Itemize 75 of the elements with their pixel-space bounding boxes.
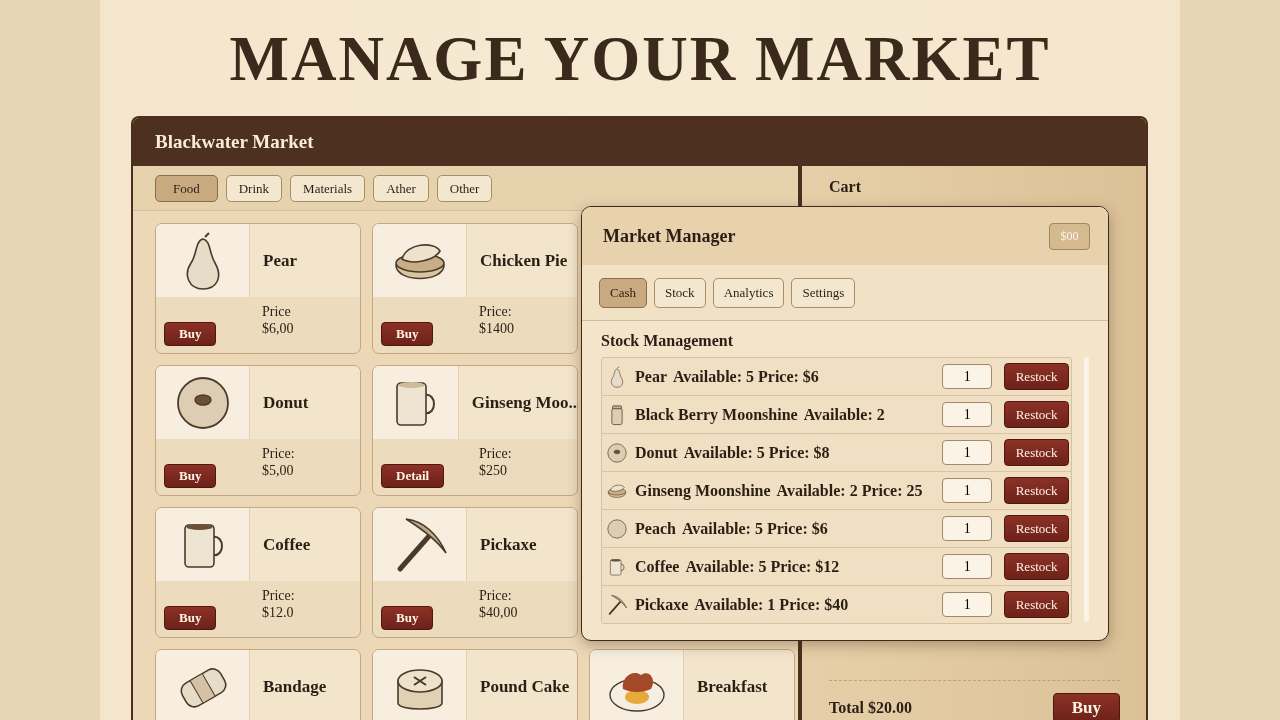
category-tab[interactable]: Materials [290,175,366,202]
stock-info: Available: 2 [803,405,886,424]
product-name: Bandage [263,676,327,697]
category-tab[interactable]: Drink [225,175,283,202]
quantity-field[interactable]: 1 [942,516,993,541]
quantity-field[interactable]: 1 [942,402,993,427]
dialog-tab[interactable]: Analytics [712,278,785,308]
stock-info: Available: 5 Price: $6 [673,367,820,386]
category-tab[interactable]: Other [436,175,493,202]
quantity-field[interactable]: 1 [942,364,993,389]
category-tab[interactable]: Food [155,175,218,202]
restock-button[interactable]: Restock [1004,401,1070,428]
price-value: $5,00 [262,462,295,479]
quantity-field[interactable]: 1 [942,554,993,579]
stock-name: Pear [635,367,667,386]
scrollbar[interactable] [1084,357,1089,622]
restock-button[interactable]: Restock [1004,591,1070,618]
page-title: MANAGE YOUR MARKET [228,22,1052,96]
price-value: $1400 [479,320,514,337]
product-name: Pear [263,250,297,271]
restock-button[interactable]: Restock [1004,363,1070,390]
quantity-field[interactable]: 1 [942,440,993,465]
window-title: Blackwater Market [155,131,314,153]
stock-name: Black Berry Moonshine [635,405,798,424]
buy-button[interactable]: Buy [164,606,217,630]
quantity-field[interactable]: 1 [942,478,993,503]
product-name: Breakfast [697,676,768,697]
buy-button[interactable]: Detail [381,464,445,488]
dialog-tab[interactable]: Stock [654,278,706,308]
stock-name: Peach [635,519,676,538]
price-value: $250 [479,462,508,479]
product-name: Donut [263,392,309,413]
donut-icon [606,441,628,464]
price-label: Price: [479,445,512,462]
buy-button[interactable]: Buy [1052,693,1120,720]
buy-button[interactable]: Buy [381,322,434,346]
stock-info: Available: 5 Price: $12 [685,557,841,576]
stock-info: Available: 5 Price: $8 [683,443,831,462]
price-label: Price: [479,587,513,604]
category-tab[interactable]: Ather [373,175,429,202]
price-label: Price: [479,303,513,320]
peach-icon [606,517,628,540]
price-value: $40,00 [479,604,518,621]
product-name: Coffee [263,534,311,555]
product-name: Ginseng Moo.. [471,392,577,413]
stock-info: Available: 1 Price: $40 [694,595,850,614]
price-label: Price: [262,587,295,604]
restock-button[interactable]: Restock [1004,477,1070,504]
stock-name: Ginseng Moonshine [635,481,771,500]
stock-name: Donut [635,443,678,462]
price-label: Price [262,303,292,320]
price-value: $6,00 [262,320,294,337]
buy-button[interactable]: Buy [381,606,434,630]
dialog-tab[interactable]: Settings [791,278,856,308]
stock-info: Available: 5 Price: $6 [681,519,829,538]
quantity-field[interactable]: 1 [942,592,993,617]
dialog-title: Market Manager [603,225,736,247]
buy-button[interactable]: Buy [164,464,217,488]
price-value: $12.0 [262,604,295,621]
restock-button[interactable]: Restock [1004,439,1070,466]
section-heading: Stock Management [601,332,734,350]
product-name: Pickaxe [480,534,537,555]
pickaxe-icon [606,593,628,616]
buy-button[interactable]: Buy [164,322,217,346]
stock-info: Available: 2 Price: 25 [776,481,924,500]
product-name: Chicken Pie [480,250,568,271]
cart-title: Cart [829,178,862,196]
product-name: Pound Cake [480,676,570,697]
stock-name: Pickaxe [635,595,689,614]
restock-button[interactable]: Restock [1004,553,1070,580]
price-label: Price: [262,445,295,462]
restock-button[interactable]: Restock [1004,515,1070,542]
stock-name: Coffee [635,557,680,576]
cart-total: Total $20.00 [829,699,912,717]
dialog-tab[interactable]: Cash [599,278,647,308]
